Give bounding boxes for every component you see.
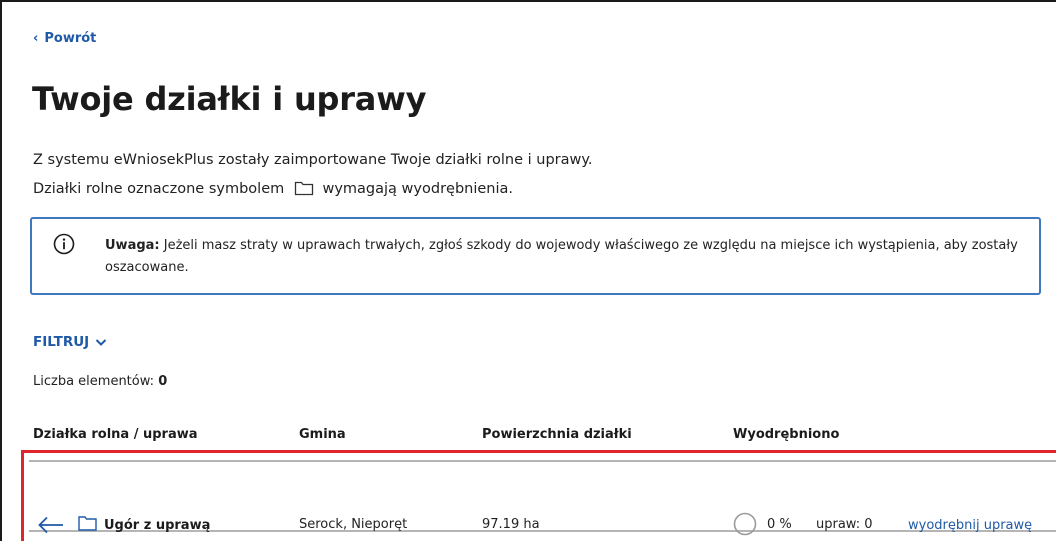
- intro-line-2: Działki rolne oznaczone symbolem wymagaj…: [33, 181, 514, 197]
- column-header-extracted: Wyodrębniono: [733, 427, 840, 442]
- notice-text: Jeżeli masz straty w uprawach trwałych, …: [105, 238, 1018, 275]
- notice-box: Uwaga: Jeżeli masz straty w uprawach trw…: [30, 217, 1041, 295]
- item-count: Liczba elementów: 0: [33, 374, 167, 389]
- row-extracted-percent: 0 %: [767, 517, 792, 532]
- notice-label: Uwaga:: [105, 238, 160, 253]
- filter-button[interactable]: FILTRUJ: [33, 334, 107, 350]
- info-icon: [53, 233, 75, 255]
- chevron-left-icon: ‹: [33, 31, 39, 46]
- intro-text: Z systemu eWniosekPlus zostały zaimporto…: [33, 146, 593, 204]
- folder-icon: [78, 516, 97, 531]
- column-header-gmina: Gmina: [299, 427, 346, 442]
- column-header-area: Powierzchnia działki: [482, 427, 632, 442]
- filter-label: FILTRUJ: [33, 334, 90, 350]
- back-link[interactable]: ‹ Powrót: [33, 31, 96, 46]
- arrow-left-icon[interactable]: [37, 515, 65, 535]
- row-plot-name: Ugór z uprawą: [104, 518, 211, 533]
- page-title: Twoje działki i uprawy: [32, 80, 427, 118]
- item-count-label: Liczba elementów:: [33, 374, 155, 389]
- chevron-down-icon: [95, 338, 107, 346]
- intro-line-1: Z systemu eWniosekPlus zostały zaimporto…: [33, 152, 593, 168]
- item-count-value: 0: [158, 374, 168, 389]
- back-link-label: Powrót: [44, 31, 97, 46]
- folder-icon: [294, 181, 314, 196]
- extract-crop-link[interactable]: wyodrębnij uprawę: [908, 518, 1032, 533]
- row-gmina: Serock, Nieporęt: [299, 517, 408, 532]
- column-header-plot: Działka rolna / uprawa: [33, 427, 198, 442]
- table-header: Działka rolna / uprawa Gmina Powierzchni…: [0, 427, 1056, 447]
- row-crops-count: upraw: 0: [816, 517, 873, 532]
- progress-circle-icon: [733, 512, 757, 536]
- row-area: 97.19 ha: [482, 517, 540, 532]
